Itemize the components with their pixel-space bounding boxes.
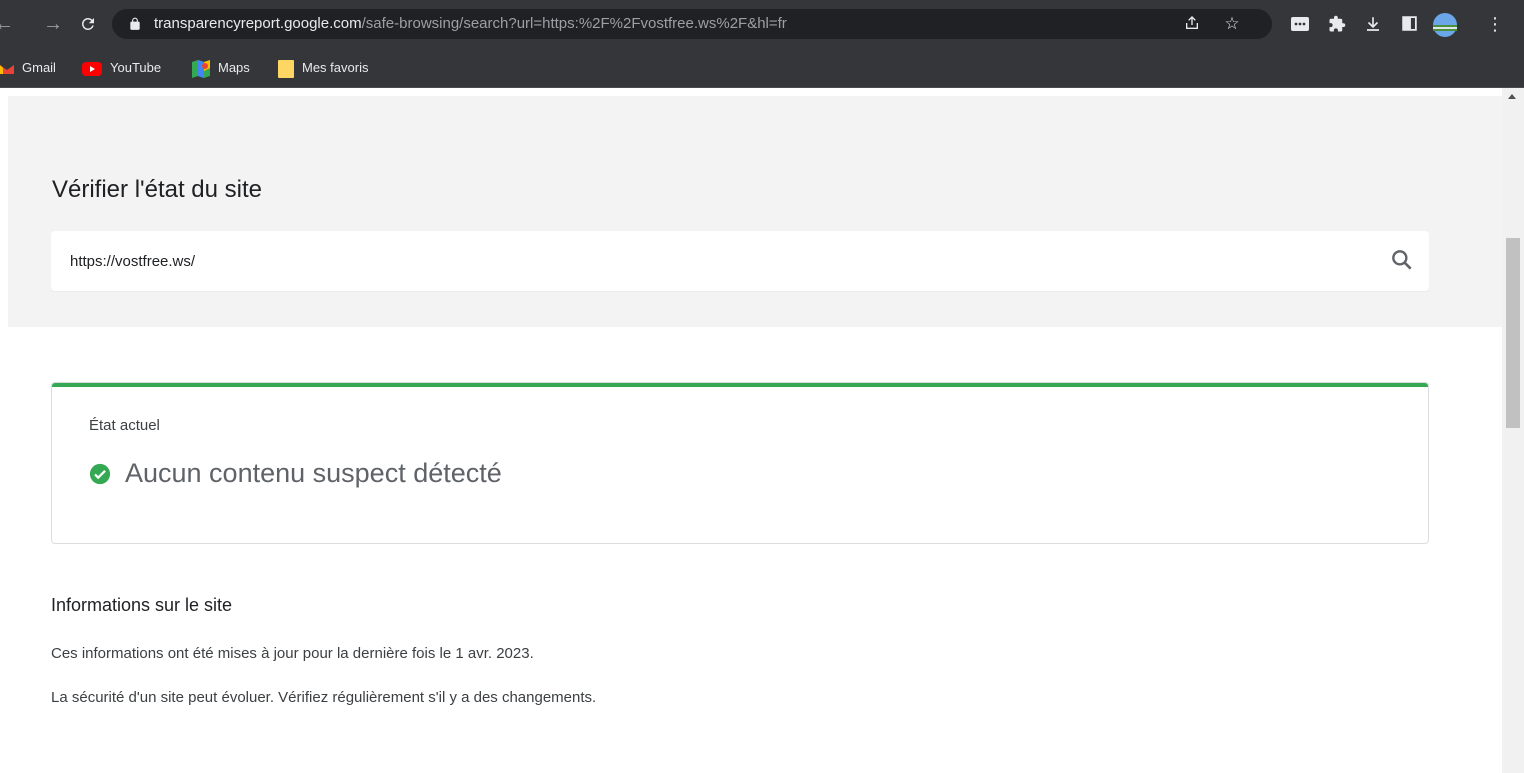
address-bar[interactable]: transparencyreport.google.com/safe-brows…: [112, 9, 1272, 39]
status-card: État actuel Aucun contenu suspect détect…: [51, 382, 1429, 544]
scrollbar-thumb[interactable]: [1506, 238, 1520, 428]
side-panel-icon[interactable]: [1398, 13, 1420, 35]
bookmark-youtube[interactable]: YouTube: [82, 57, 161, 79]
bookmark-star-icon[interactable]: ☆: [1222, 15, 1242, 33]
page-title: Vérifier l'état du site: [52, 176, 263, 203]
search-section: Vérifier l'état du site https://vostfree…: [8, 96, 1502, 327]
url-text[interactable]: transparencyreport.google.com/safe-brows…: [154, 15, 787, 33]
page-scrollbar[interactable]: [1502, 88, 1524, 773]
extensions-puzzle-icon[interactable]: [1326, 13, 1348, 35]
site-search-field[interactable]: https://vostfree.ws/: [51, 231, 1429, 291]
lock-icon[interactable]: [128, 17, 142, 31]
status-color-bar: [52, 383, 1428, 387]
download-icon[interactable]: [1362, 13, 1384, 35]
profile-avatar[interactable]: [1432, 13, 1458, 37]
site-info-updated: Ces informations ont été mises à jour po…: [51, 645, 534, 662]
url-path: /safe-browsing/search?url=https:%2F%2Fvo…: [361, 15, 787, 32]
youtube-icon: [82, 61, 102, 76]
bookmark-label: Gmail: [22, 60, 56, 75]
extension-dots-icon[interactable]: [1290, 13, 1310, 35]
bookmark-gmail[interactable]: Gmail: [0, 57, 56, 79]
share-icon[interactable]: [1182, 15, 1202, 33]
search-icon[interactable]: [1389, 247, 1415, 273]
forward-arrow-icon[interactable]: →: [42, 13, 64, 35]
bookmark-label: Maps: [218, 60, 250, 75]
more-menu-icon[interactable]: ⋮: [1486, 13, 1504, 35]
check-circle-icon: [89, 463, 111, 484]
status-text: Aucun contenu suspect détecté: [125, 458, 502, 488]
status-row: Aucun contenu suspect détecté: [89, 458, 502, 492]
site-info-heading: Informations sur le site: [51, 595, 233, 615]
bookmark-folder-favoris[interactable]: Mes favoris: [278, 57, 368, 79]
reload-icon[interactable]: [76, 13, 100, 35]
bookmarks-bar: Gmail YouTube Maps Mes favoris: [0, 50, 1524, 88]
maps-icon: [192, 59, 210, 78]
site-info-note: La sécurité d'un site peut évoluer. Véri…: [51, 689, 597, 706]
search-input[interactable]: https://vostfree.ws/: [70, 253, 195, 270]
browser-toolbar: ← → transparencyreport.google.com/safe-b…: [0, 0, 1524, 50]
url-host: transparencyreport.google.com: [154, 15, 362, 32]
page-viewport: Vérifier l'état du site https://vostfree…: [0, 88, 1502, 773]
gmail-icon: [0, 64, 14, 74]
bookmark-label: YouTube: [110, 60, 162, 75]
back-arrow-icon[interactable]: ←: [0, 13, 14, 35]
scroll-up-arrow-icon[interactable]: [1508, 94, 1516, 99]
status-label: État actuel: [89, 417, 160, 434]
bookmark-maps[interactable]: Maps: [192, 57, 250, 79]
folder-icon: [278, 59, 294, 78]
bookmark-label: Mes favoris: [302, 60, 369, 75]
